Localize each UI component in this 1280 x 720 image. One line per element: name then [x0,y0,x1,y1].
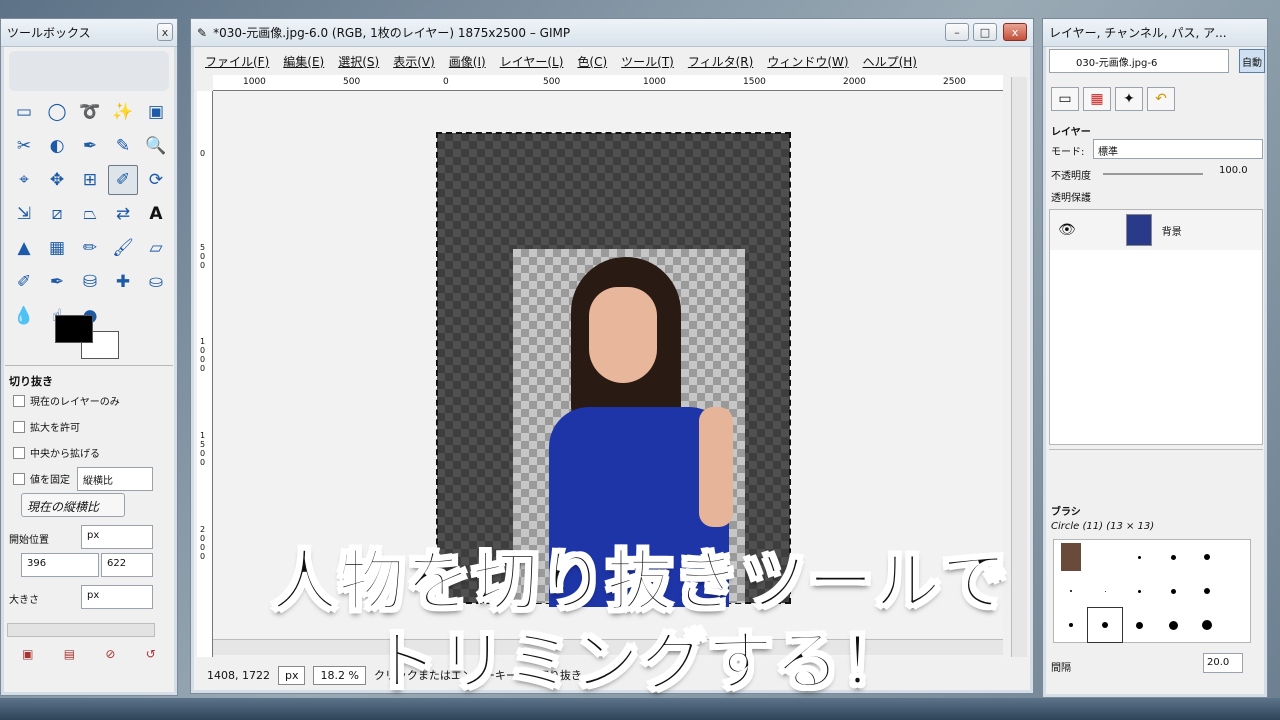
paths-tab-icon[interactable]: ✦ [1115,87,1143,111]
pencil-icon[interactable]: ✏ [75,233,105,263]
gimp-icon: ✎ [197,25,208,40]
close-button[interactable]: x [1003,23,1027,41]
toolbox-title: ツールボックス [1,19,177,47]
ruler-label: 1500 [743,77,766,87]
layer-row[interactable]: 👁 背景 [1050,210,1262,250]
flip-icon[interactable]: ⇄ [108,199,138,229]
scale-icon[interactable]: ⇲ [9,199,39,229]
lock-label: 透明保護 [1051,193,1091,204]
maximize-button[interactable]: □ [973,23,997,41]
airbrush-icon[interactable]: ✐ [9,267,39,297]
toolbox-close-button[interactable]: x [157,23,173,41]
auto-button[interactable]: 自動 [1239,49,1265,73]
ink-icon[interactable]: ✒ [42,267,72,297]
layers-label: レイヤー [1051,127,1091,138]
wilber-logo [9,51,169,91]
ruler-label: 1000 [643,77,666,87]
ruler-v-label: 0 [200,149,206,158]
ruler-v-label: 500 [200,243,206,270]
ellipse-select-icon[interactable]: ◯ [42,97,72,127]
channels-tab-icon[interactable]: ▦ [1083,87,1111,111]
perspective-icon[interactable]: ⏢ [75,199,105,229]
mode-select[interactable]: 標準 [1093,139,1263,159]
mode-label: モード: [1051,147,1085,158]
rect-select-icon[interactable]: ▭ [9,97,39,127]
zoom-icon[interactable]: 🔍 [141,131,171,161]
menu-item-8[interactable]: フィルタ(R) [688,53,753,70]
menu-item-0[interactable]: ファイル(F) [205,53,269,70]
opacity-value[interactable]: 100.0 [1219,165,1248,176]
ruler-v-label: 1500 [200,431,206,467]
menu-item-1[interactable]: 編集(E) [283,53,324,70]
brush-label: ブラシ [1051,507,1081,518]
crop-icon[interactable]: ✐ [108,165,138,195]
move-icon[interactable]: ✥ [42,165,72,195]
text-icon[interactable]: A [141,199,171,229]
fuzzy-select-icon[interactable]: ✨ [108,97,138,127]
visibility-eye-icon[interactable]: 👁 [1058,222,1076,238]
image-select[interactable]: 030-元画像.jpg-6 [1049,49,1229,73]
ruler-label: 1000 [243,77,266,87]
layer-list: 👁 背景 [1049,209,1263,445]
ruler-label: 2500 [943,77,966,87]
blend-icon[interactable]: ▦ [42,233,72,263]
ruler-label: 2000 [843,77,866,87]
option-expand-center[interactable]: 中央から拡げる [13,445,100,460]
align-icon[interactable]: ⊞ [75,165,105,195]
clone-icon[interactable]: ⛁ [75,267,105,297]
menu-item-4[interactable]: 画像(I) [449,53,486,70]
menu-bar: ファイル(F) 編集(E) 選択(S) 表示(V) 画像(I) レイヤー(L) 色(C) ツー… [197,49,1027,73]
ruler-label: 0 [443,77,449,87]
paintbrush-icon[interactable]: 🖌 [108,233,138,263]
ruler-label: 500 [343,77,361,87]
color-picker-icon[interactable]: ✎ [108,131,138,161]
foreground-select-icon[interactable]: ◐ [42,131,72,161]
caption-line-2: トリミングする！ [371,622,908,701]
undo-tab-icon[interactable]: ↶ [1147,87,1175,111]
menu-item-7[interactable]: ツール(T) [621,53,674,70]
taskbar [0,698,1280,720]
paths-icon[interactable]: ✒ [75,131,105,161]
foreground-color-top [55,315,93,343]
ruler-label: 500 [543,77,561,87]
layer-name[interactable]: 背景 [1162,223,1182,238]
bucket-fill-icon[interactable]: ▲ [9,233,39,263]
option-allow-grow[interactable]: 拡大を許可 [13,419,80,434]
heal-icon[interactable]: ✚ [108,267,138,297]
blur-icon[interactable]: 💧 [9,301,39,331]
fixed-select[interactable]: 縦横比 [77,467,153,491]
lasso-icon[interactable]: ➰ [75,97,105,127]
dock-tabs: ▭ ▦ ✦ ↶ [1051,87,1175,111]
image-window-title: ✎ *030-元画像.jpg-6.0 (RGB, 1枚のレイヤー) 1875x25… [191,19,1033,47]
opacity-label: 不透明度 [1051,171,1091,182]
rotate-icon[interactable]: ⟳ [141,165,171,195]
measure-icon[interactable]: ⌖ [9,165,39,195]
tool-grid: ▭◯➰✨▣✂◐✒✎🔍⌖✥⊞✐⟳⇲⧄⏢⇄A▲▦✏🖌▱✐✒⛁✚⛀💧☝● [9,97,174,335]
color-select-icon[interactable]: ▣ [141,97,171,127]
eraser-icon[interactable]: ▱ [141,233,171,263]
menu-item-6[interactable]: 色(C) [577,53,607,70]
layers-tab-icon[interactable]: ▭ [1051,87,1079,111]
option-current-layer[interactable]: 現在のレイヤーのみ [13,393,120,408]
divider [1049,449,1263,450]
shear-icon[interactable]: ⧄ [42,199,72,229]
menu-item-9[interactable]: ウィンドウ(W) [767,53,848,70]
perspective-clone-icon[interactable]: ⛀ [141,267,171,297]
horizontal-ruler: 1000 500 0 500 1000 1500 2000 2500 [213,75,1003,91]
aspect-entry[interactable]: 現在の縦横比 [21,493,125,517]
menu-item-10[interactable]: ヘルプ(H) [863,53,917,70]
option-fixed[interactable]: 値を固定 [13,471,70,486]
layer-thumbnail [1125,214,1152,246]
menu-item-3[interactable]: 表示(V) [393,53,435,70]
minimize-button[interactable]: – [945,23,969,41]
divider [5,365,173,366]
dock-title: レイヤー, チャンネル, パス, ア... [1043,19,1267,47]
menu-item-5[interactable]: レイヤー(L) [500,53,564,70]
tool-options-title: 切り抜き [9,375,53,388]
ruler-v-label: 1000 [200,337,206,373]
opacity-slider[interactable] [1103,173,1203,175]
scissors-icon[interactable]: ✂ [9,131,39,161]
menu-item-2[interactable]: 選択(S) [338,53,379,70]
